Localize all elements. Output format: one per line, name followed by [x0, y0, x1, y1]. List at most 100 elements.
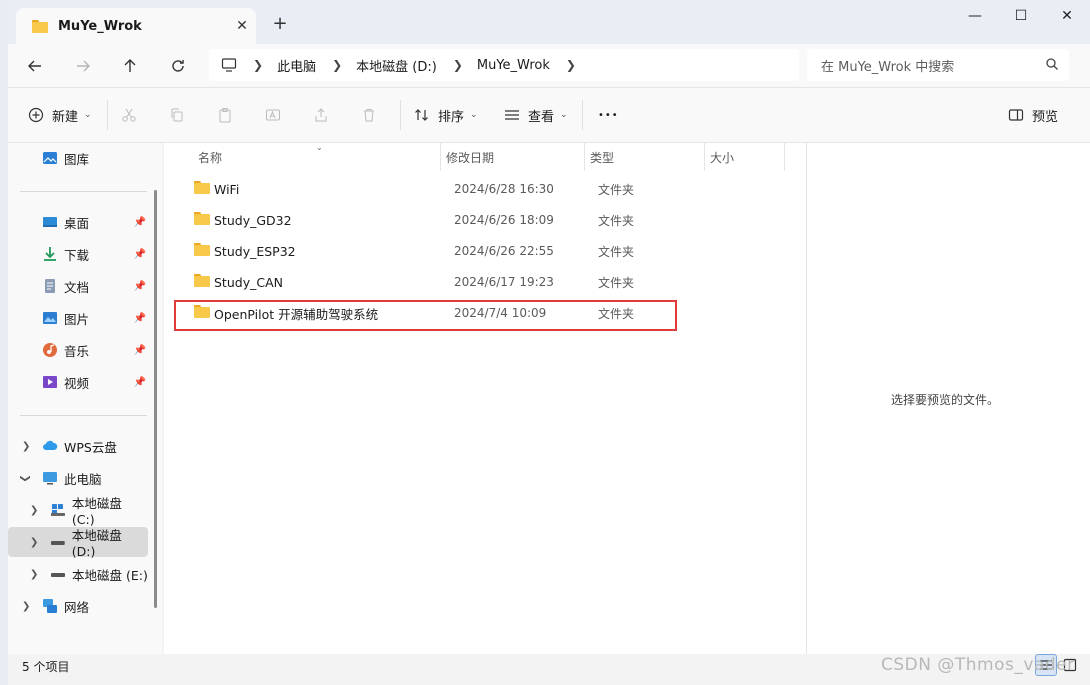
file-explorer-window: MuYe_Wrok ✕ + — ☐ ✕ ❯ 此电脑 ❯ 本地磁盘 (D:) ❯ …: [8, 0, 1090, 685]
column-header-size[interactable]: 大小: [710, 143, 734, 171]
share-button[interactable]: [313, 103, 329, 127]
sidebar-item-drive-e[interactable]: ❯ 本地磁盘 (E:): [8, 559, 148, 589]
column-divider[interactable]: [584, 143, 585, 171]
refresh-button[interactable]: [161, 52, 195, 80]
search-input[interactable]: 在 MuYe_Wrok 中搜索: [807, 49, 1069, 81]
document-icon: [45, 279, 55, 293]
file-name: WiFi: [214, 181, 240, 197]
chevron-right-icon[interactable]: ❯: [566, 58, 576, 72]
divider: [107, 100, 108, 130]
computer-icon: [43, 472, 57, 485]
arrow-up-icon: [124, 59, 136, 72]
plus-circle-icon: [28, 107, 44, 123]
file-name: Study_ESP32: [214, 243, 296, 259]
pin-icon[interactable]: 📌: [134, 345, 146, 356]
cut-button[interactable]: [121, 103, 137, 127]
music-icon: [43, 343, 57, 357]
sidebar-label: 音乐: [64, 343, 90, 359]
column-header-date[interactable]: 修改日期: [446, 143, 494, 171]
chevron-right-icon[interactable]: ❯: [30, 505, 38, 516]
folder-icon: [194, 243, 210, 256]
pin-icon[interactable]: 📌: [134, 281, 146, 292]
column-divider[interactable]: [440, 143, 441, 171]
column-header-type[interactable]: 类型: [590, 143, 614, 171]
file-date: 2024/6/17 19:23: [454, 275, 554, 289]
back-button[interactable]: [18, 52, 52, 80]
pin-icon[interactable]: 📌: [134, 377, 146, 388]
download-icon: [44, 247, 56, 261]
breadcrumb-this-pc[interactable]: 此电脑: [277, 56, 316, 75]
sidebar-item-drive-c[interactable]: ❯ 本地磁盘 (C:): [8, 495, 148, 527]
chevron-down-icon[interactable]: ❯: [20, 474, 31, 482]
sidebar-item-pictures[interactable]: 图片 📌: [8, 303, 148, 333]
copy-button[interactable]: [169, 103, 185, 127]
sort-label: 排序: [438, 109, 465, 125]
sidebar-label: 本地磁盘 (C:): [71, 496, 122, 527]
file-name: Study_GD32: [214, 212, 292, 228]
sidebar-item-videos[interactable]: 视频 📌: [8, 367, 148, 397]
file-date: 2024/6/26 22:55: [454, 244, 554, 258]
sidebar-item-drive-d[interactable]: ❯ 本地磁盘 (D:): [8, 527, 148, 559]
breadcrumb-muye-wrok[interactable]: MuYe_Wrok: [477, 58, 550, 73]
pin-icon[interactable]: 📌: [134, 313, 146, 324]
sidebar-item-wps-cloud[interactable]: ❯ WPS云盘: [8, 431, 148, 461]
file-row-study-gd32[interactable]: Study_GD32 2024/6/26 18:09 文件夹: [164, 205, 644, 235]
up-button[interactable]: [113, 52, 147, 80]
delete-button[interactable]: [361, 103, 377, 127]
file-row-study-esp32[interactable]: Study_ESP32 2024/6/26 22:55 文件夹: [164, 236, 644, 266]
maximize-button[interactable]: ☐: [998, 0, 1044, 32]
sort-button[interactable]: 排序 ⌄: [414, 103, 478, 127]
pin-icon[interactable]: 📌: [134, 249, 146, 260]
sidebar-label: 桌面: [64, 215, 90, 231]
folder-icon: [32, 19, 48, 33]
windows-drive-icon: [50, 504, 65, 516]
sidebar-item-downloads[interactable]: 下载 📌: [8, 239, 148, 269]
chevron-right-icon: ❯: [253, 58, 264, 72]
file-type: 文件夹: [598, 244, 635, 259]
column-header-name[interactable]: 名称: [198, 143, 222, 171]
sidebar-item-desktop[interactable]: 桌面 📌: [8, 207, 148, 237]
chevron-right-icon[interactable]: ❯: [30, 569, 38, 580]
tab-muye-wrok[interactable]: MuYe_Wrok ✕: [16, 8, 256, 44]
preview-pane-button[interactable]: 预览: [1008, 103, 1058, 127]
watermark: CSDN @Thmos_vader: [881, 655, 1075, 675]
new-tab-button[interactable]: +: [270, 14, 290, 34]
rename-button[interactable]: [265, 103, 281, 127]
sidebar-item-documents[interactable]: 文档 📌: [8, 271, 148, 301]
preview-pane: 选择要预览的文件。: [806, 143, 1090, 654]
sidebar-item-gallery[interactable]: 图库: [8, 143, 148, 173]
file-row-wifi[interactable]: WiFi 2024/6/28 16:30 文件夹: [164, 174, 644, 204]
highlight-annotation: [174, 300, 677, 331]
sidebar-item-network[interactable]: ❯ 网络: [8, 591, 148, 621]
more-options-button[interactable]: •••: [598, 103, 619, 127]
file-type: 文件夹: [598, 275, 635, 290]
refresh-icon: [172, 60, 184, 72]
view-label: 查看: [528, 109, 555, 125]
address-bar[interactable]: ❯ 此电脑 ❯ 本地磁盘 (D:) ❯ MuYe_Wrok ❯: [209, 49, 799, 81]
network-icon: [43, 599, 57, 613]
close-tab-icon[interactable]: ✕: [228, 18, 256, 34]
chevron-right-icon[interactable]: ❯: [22, 601, 30, 612]
chevron-right-icon[interactable]: ❯: [30, 537, 38, 548]
close-window-button[interactable]: ✕: [1044, 0, 1090, 32]
view-button[interactable]: 查看 ⌄: [504, 103, 568, 127]
folder-icon: [194, 212, 210, 225]
file-row-study-can[interactable]: Study_CAN 2024/6/17 19:23 文件夹: [164, 267, 644, 297]
breadcrumb-drive-d[interactable]: 本地磁盘 (D:): [356, 56, 437, 75]
forward-button[interactable]: [66, 52, 100, 80]
new-button[interactable]: 新建 ⌄: [28, 103, 92, 127]
file-name: Study_CAN: [214, 274, 283, 290]
sidebar-label: 此电脑: [64, 471, 102, 487]
column-divider[interactable]: [784, 143, 785, 171]
sidebar-item-this-pc[interactable]: ❯ 此电脑: [8, 463, 148, 493]
sidebar-item-music[interactable]: 音乐 📌: [8, 335, 148, 365]
scissors-icon: [122, 108, 136, 122]
chevron-right-icon[interactable]: ❯: [22, 441, 30, 452]
paste-button[interactable]: [217, 103, 233, 127]
column-divider[interactable]: [704, 143, 705, 171]
pin-icon[interactable]: 📌: [134, 217, 146, 228]
divider: [400, 100, 401, 130]
video-icon: [43, 376, 57, 388]
minimize-button[interactable]: —: [952, 0, 998, 32]
sidebar-scrollbar[interactable]: [154, 190, 157, 608]
